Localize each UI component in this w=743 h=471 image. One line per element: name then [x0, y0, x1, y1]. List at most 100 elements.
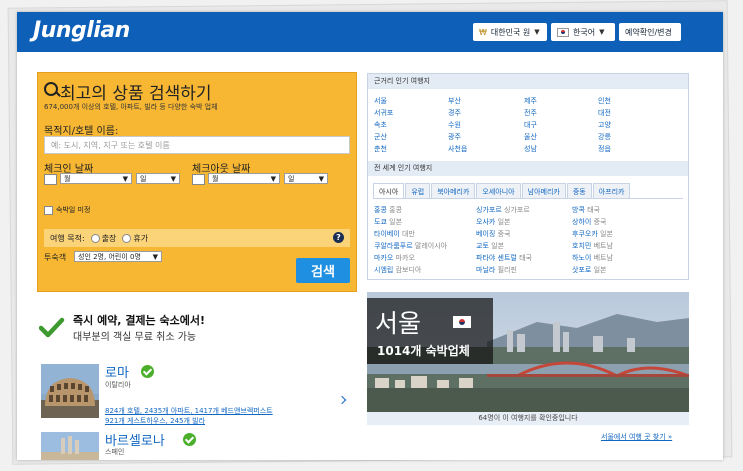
- page: Junglian ₩ 대한민국 원 ▼ 한국어 ▼ 예약확인/변경 최고의 상품…: [17, 12, 723, 460]
- world-city: 시엠립: [374, 266, 394, 274]
- nearby-link[interactable]: 서울: [374, 96, 387, 106]
- world-dest-link[interactable]: 타이베이 대만: [374, 229, 415, 239]
- purpose-business-option[interactable]: 출장: [90, 233, 116, 244]
- nearby-link[interactable]: 광주: [448, 132, 461, 142]
- logo[interactable]: Junglian: [33, 18, 130, 43]
- world-city: 하노이: [572, 254, 592, 262]
- nearby-link[interactable]: 제주: [524, 96, 537, 106]
- nearby-link[interactable]: 수원: [448, 120, 461, 130]
- world-country: 일본: [600, 230, 613, 238]
- tab-middle-east[interactable]: 중동: [566, 183, 592, 199]
- nearby-link[interactable]: 춘천: [374, 144, 387, 154]
- world-dest-link[interactable]: 방콕 태국: [572, 205, 600, 215]
- city-country-barcelona: 스페인: [105, 448, 125, 456]
- checkout-month-label: 월: [212, 174, 219, 183]
- nearby-link[interactable]: 대구: [524, 120, 537, 130]
- world-dest-link[interactable]: 하노이 베트남: [572, 253, 613, 263]
- chevron-down-icon: ▼: [270, 174, 276, 183]
- rome-link-apartments[interactable]: 2435개 아파트: [144, 407, 190, 415]
- world-dest-link[interactable]: 삿포로 일본: [572, 265, 606, 275]
- nearby-link[interactable]: 울산: [524, 132, 537, 142]
- calendar-icon[interactable]: [192, 174, 205, 185]
- nearby-link[interactable]: 정읍: [598, 144, 611, 154]
- booking-button[interactable]: 예약확인/변경: [619, 23, 681, 41]
- world-country: 홍콩: [389, 206, 403, 214]
- world-dest-link[interactable]: 싱가포르 싱가포르: [476, 205, 530, 215]
- featured-city-banner[interactable]: 서울 1014개 숙박업체: [367, 292, 689, 412]
- help-icon[interactable]: ?: [333, 232, 344, 243]
- checkout-month-select[interactable]: 월 ▼: [208, 173, 280, 184]
- nearby-link[interactable]: 군산: [374, 132, 387, 142]
- tab-oceania[interactable]: 오세아니아: [476, 183, 521, 199]
- world-city: 교토: [476, 242, 489, 250]
- world-country: 일본: [593, 266, 607, 274]
- tab-south-america[interactable]: 남아메리카: [521, 183, 566, 199]
- nearby-link[interactable]: 부산: [448, 96, 461, 106]
- check-icon: [183, 433, 196, 446]
- language-selector[interactable]: 한국어 ▼: [551, 23, 615, 41]
- currency-selector[interactable]: ₩ 대한민국 원 ▼: [473, 23, 547, 41]
- purpose-leisure-option[interactable]: 휴가: [122, 233, 148, 244]
- world-dest-link[interactable]: 마카오 마카오: [374, 253, 415, 263]
- world-dest-link[interactable]: 파타야 센트럴 태국: [476, 253, 532, 263]
- chevron-down-icon: ▼: [152, 252, 158, 261]
- world-country: 일본: [491, 242, 505, 250]
- world-country: 태국: [587, 206, 601, 214]
- world-dest-link[interactable]: 교토 일본: [476, 241, 504, 251]
- tab-africa[interactable]: 아프리카: [592, 183, 631, 199]
- world-dest-link[interactable]: 오사카 일본: [476, 217, 510, 227]
- destination-label: 목적지/호텔 이름:: [44, 126, 119, 137]
- world-dest-link[interactable]: 상하이 중국: [572, 217, 606, 227]
- featured-more-link[interactable]: 서울에서 여행 곳 찾기 »: [601, 432, 672, 442]
- world-city: 타이베이: [374, 230, 400, 238]
- rome-image[interactable]: [41, 364, 99, 418]
- world-dest-link[interactable]: 호치민 베트남: [572, 241, 613, 251]
- destination-input[interactable]: 예: 도시, 지역, 지구 또는 호텔 이름: [44, 136, 350, 154]
- checkin-month-select[interactable]: 월 ▼: [60, 173, 132, 184]
- rome-link-hotels[interactable]: 824개 호텔: [105, 407, 140, 415]
- search-button[interactable]: 검색: [296, 258, 350, 283]
- world-dest-link[interactable]: 마닐라 필리핀: [476, 265, 517, 275]
- no-dates-checkbox[interactable]: [44, 206, 53, 215]
- checkout-day-select[interactable]: 일 ▼: [284, 173, 328, 184]
- city-name-rome[interactable]: 로마: [105, 362, 129, 381]
- rome-link-guesthouses[interactable]: 921개 게스트하우스: [105, 417, 166, 425]
- language-label: 한국어: [573, 27, 596, 37]
- world-dest-link[interactable]: 홍콩 홍콩: [374, 205, 402, 215]
- search-icon: [44, 82, 58, 96]
- nearby-link[interactable]: 서귀포: [374, 108, 393, 118]
- rome-link-bnb[interactable]: 1417개 베드앤브렉퍼스트: [195, 407, 273, 415]
- tab-north-america[interactable]: 북아메리카: [431, 183, 476, 199]
- search-panel: 최고의 상품 검색하기 674,000개 이상의 호텔, 아파트, 빌라 등 다…: [37, 72, 357, 292]
- nearby-link[interactable]: 고양: [598, 120, 611, 130]
- nearby-link[interactable]: 성남: [524, 144, 537, 154]
- nearby-link[interactable]: 대전: [598, 108, 611, 118]
- nearby-link[interactable]: 사천읍: [448, 144, 467, 154]
- top-bar: Junglian ₩ 대한민국 원 ▼ 한국어 ▼ 예약확인/변경: [17, 12, 723, 52]
- tab-europe[interactable]: 유럽: [405, 183, 431, 199]
- barcelona-image[interactable]: [41, 432, 99, 460]
- tab-asia[interactable]: 아시아: [373, 183, 405, 199]
- checkin-day-select[interactable]: 일 ▼: [136, 173, 180, 184]
- rome-property-links: 824개 호텔, 2435개 아파트, 1417개 베드앤브렉퍼스트 921개 …: [105, 407, 273, 425]
- world-dest-link[interactable]: 쿠알라룸푸르 말레이시아: [374, 241, 447, 251]
- world-dest-link[interactable]: 도쿄 일본: [374, 217, 402, 227]
- world-city: 베이징: [476, 230, 496, 238]
- nearby-link[interactable]: 강릉: [598, 132, 611, 142]
- calendar-icon[interactable]: [44, 174, 57, 185]
- rome-link-villas[interactable]: 245개 빌라: [170, 417, 205, 425]
- guests-select[interactable]: 성인 2명, 어린이 0명 ▼: [74, 251, 162, 262]
- featured-viewers-caption: 64명이 이 여행지를 확인중입니다: [367, 412, 689, 425]
- world-dest-link[interactable]: 시엠립 캄보디아: [374, 265, 421, 275]
- world-dest-link[interactable]: 후쿠오카 일본: [572, 229, 613, 239]
- nearby-link[interactable]: 속초: [374, 120, 387, 130]
- featured-property-count: 1014개 숙박업체: [377, 344, 470, 358]
- promo-headline: 즉시 예약, 결제는 숙소에서!: [73, 314, 206, 327]
- nearby-link[interactable]: 전주: [524, 108, 537, 118]
- nearby-link[interactable]: 경주: [448, 108, 461, 118]
- world-country: 태국: [519, 254, 532, 262]
- chevron-right-icon[interactable]: [337, 395, 347, 405]
- korea-flag-icon: [557, 27, 569, 37]
- world-dest-link[interactable]: 베이징 중국: [476, 229, 510, 239]
- nearby-link[interactable]: 인천: [598, 96, 611, 106]
